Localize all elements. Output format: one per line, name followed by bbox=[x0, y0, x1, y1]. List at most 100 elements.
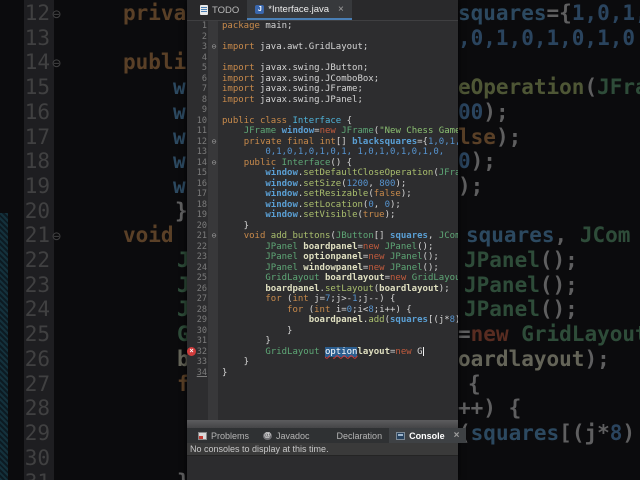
code-line-31[interactable]: 31 } bbox=[187, 336, 458, 347]
line-number: 22 bbox=[196, 241, 207, 252]
code-text: JPanel boardpanel=new JPanel(); bbox=[265, 241, 434, 252]
fold-minus-icon[interactable]: ⊖ bbox=[207, 42, 221, 53]
code-line-25[interactable]: 25 GridLayout boardlayout=new GridLayou bbox=[187, 273, 458, 284]
code-text: window.setLocation(0, 0); bbox=[265, 199, 401, 210]
line-number: 26 bbox=[196, 283, 207, 294]
code-line-10[interactable]: 10 public class Interface { bbox=[187, 116, 458, 127]
background-code-left: 12 ⊖ priva 13 14 ⊖ publi 15 w 16 w 17 w 18 w 19 w 20} 21 ⊖ v… bbox=[0, 0, 187, 480]
code-line-24[interactable]: 24 JPanel windowpanel=new JPanel(); bbox=[187, 263, 458, 274]
bg-row-right: (squares[(j*8) bbox=[458, 421, 640, 446]
tab-label: Declaration bbox=[336, 430, 383, 441]
close-icon[interactable]: × bbox=[454, 430, 460, 441]
code-line-23[interactable]: 23 JPanel optionpanel=new JPanel(); bbox=[187, 252, 458, 263]
code-line-17[interactable]: 17 window.setResizable(false); bbox=[187, 189, 458, 200]
console-tab-declaration[interactable]: Declaration bbox=[317, 428, 390, 443]
code-line-20[interactable]: 20 } bbox=[187, 221, 458, 232]
bg-row-right: ); bbox=[458, 174, 640, 199]
code-line-28[interactable]: 28 for (int i=0;i<8;i++) { bbox=[187, 305, 458, 316]
line-number: 8 bbox=[201, 94, 207, 105]
code-area[interactable]: 1 package main; 2 3 ⊖ import java.awt.GridLay… bbox=[187, 21, 458, 378]
bg-code-fragment: oardlayout); bbox=[458, 346, 610, 371]
code-line-14[interactable]: 14 ⊖ public Interface() { bbox=[187, 158, 458, 169]
console-tab-javadoc[interactable]: @ Javadoc bbox=[256, 428, 317, 443]
code-line-9[interactable]: 9 bbox=[187, 105, 458, 116]
code-line-15[interactable]: 15 window.setDefaultCloseOperation(JFra bbox=[187, 168, 458, 179]
fold-column-cell bbox=[207, 263, 221, 274]
code-line-21[interactable]: 21 ⊖ void add_buttons(JButton[] squares, … bbox=[187, 231, 458, 242]
code-line-13[interactable]: 13 0,1,0,1,0,1,0,1, 1,0,1,0,1,0,1,0, bbox=[187, 147, 458, 158]
fold-column-cell bbox=[207, 273, 221, 284]
code-line-27[interactable]: 27 for (int j=7;j>-1;j--) { bbox=[187, 294, 458, 305]
code-editor[interactable]: 1 package main; 2 3 ⊖ import java.awt.GridLay… bbox=[187, 21, 458, 420]
code-line-3[interactable]: 3 ⊖ import java.awt.GridLayout; bbox=[187, 42, 458, 53]
bg-row-left: 21 ⊖ void bbox=[0, 223, 187, 248]
code-line-33[interactable]: 33 } bbox=[187, 357, 458, 368]
code-line-11[interactable]: 11 JFrame window=new JFrame("New Chess G… bbox=[187, 126, 458, 137]
code-text: JPanel windowpanel=new JPanel(); bbox=[265, 262, 439, 273]
code-line-4[interactable]: 4 bbox=[187, 53, 458, 64]
code-line-12[interactable]: 12 ⊖ private final int[] blacksquares={1,… bbox=[187, 137, 458, 148]
editor-tab-interfacejava[interactable]: J *Interface.java × bbox=[247, 0, 352, 20]
tab-label: Javadoc bbox=[276, 430, 310, 441]
editor-tab-todo[interactable]: TODO bbox=[192, 0, 247, 20]
fold-column-cell bbox=[207, 53, 221, 64]
line-number: 12 bbox=[196, 136, 207, 147]
fold-column-cell bbox=[207, 336, 221, 347]
console-tab-console[interactable]: Console × bbox=[389, 428, 467, 443]
bg-code-fragment: JPanel(); bbox=[464, 272, 578, 297]
line-number: 1 bbox=[201, 21, 207, 31]
code-line-29[interactable]: 29 boardpanel.add(squares[(j*8) bbox=[187, 315, 458, 326]
line-number: 20 bbox=[196, 220, 207, 231]
code-line-5[interactable]: 5 import javax.swing.JButton; bbox=[187, 63, 458, 74]
console-tab-problems[interactable]: Problems bbox=[191, 428, 256, 443]
code-line-30[interactable]: 30 } bbox=[187, 326, 458, 337]
bg-code-fragment: publi bbox=[123, 50, 187, 75]
code-text: JFrame window=new JFrame("New Chess Game bbox=[243, 126, 458, 136]
code-line-8[interactable]: 8 import javax.swing.JPanel; bbox=[187, 95, 458, 106]
code-text: package main; bbox=[222, 21, 293, 31]
bg-row-right: =new GridLayout bbox=[458, 322, 640, 347]
bg-row-left: 28 bbox=[0, 396, 187, 421]
bg-row-left: 23 J bbox=[0, 273, 187, 298]
bg-row-right: 00); bbox=[458, 100, 640, 125]
line-number: 10 bbox=[196, 115, 207, 126]
fold-minus-icon[interactable]: ⊖ bbox=[207, 158, 221, 169]
line-number: 30 bbox=[196, 325, 207, 336]
code-line-19[interactable]: 19 window.setVisible(true); bbox=[187, 210, 458, 221]
code-line-2[interactable]: 2 bbox=[187, 32, 458, 43]
code-text: for (int i=0;i<8;i++) { bbox=[287, 304, 412, 315]
line-number: 13 bbox=[196, 147, 207, 157]
code-line-34[interactable]: 34} bbox=[187, 368, 458, 379]
code-line-1[interactable]: 1 package main; bbox=[187, 21, 458, 32]
line-number: 24 bbox=[196, 262, 207, 273]
fold-column-cell bbox=[207, 326, 221, 337]
bg-row-right: JPanel(); bbox=[458, 297, 640, 322]
code-line-18[interactable]: 18 window.setLocation(0, 0); bbox=[187, 200, 458, 211]
code-line-22[interactable]: 22 JPanel boardpanel=new JPanel(); bbox=[187, 242, 458, 253]
code-text: 0,1,0,1,0,1,0,1, 1,0,1,0,1,0,1,0, bbox=[265, 147, 445, 157]
code-line-6[interactable]: 6 import javax.swing.JComboBox; bbox=[187, 74, 458, 85]
code-line-32[interactable]: × 32 GridLayout optionlayout=new G bbox=[187, 346, 458, 358]
code-line-26[interactable]: 26 boardpanel.setLayout(boardlayout); bbox=[187, 284, 458, 295]
bg-code-fragment: w bbox=[173, 173, 186, 198]
fold-minus-icon[interactable]: ⊖ bbox=[207, 231, 221, 242]
text-caret bbox=[422, 346, 425, 356]
fold-column-cell bbox=[207, 95, 221, 106]
code-text: boardpanel.setLayout(boardlayout); bbox=[265, 283, 450, 294]
fold-column-cell bbox=[207, 32, 221, 43]
line-number: 33 bbox=[196, 357, 207, 367]
fold-column-cell bbox=[207, 189, 221, 200]
sash-divider[interactable] bbox=[187, 420, 458, 428]
fold-column-cell bbox=[207, 84, 221, 95]
code-text: GridLayout optionlayout=new G bbox=[265, 346, 425, 357]
code-text: window.setSize(1200, 800); bbox=[265, 178, 407, 189]
fold-minus-icon[interactable]: ⊖ bbox=[207, 137, 221, 148]
code-text: window.setVisible(true); bbox=[265, 210, 396, 220]
bg-code-fragment: JPanel(); bbox=[464, 297, 578, 322]
code-line-7[interactable]: 7 import javax.swing.JFrame; bbox=[187, 84, 458, 95]
code-line-16[interactable]: 16 window.setSize(1200, 800); bbox=[187, 179, 458, 190]
bg-code-fragment: ); bbox=[458, 173, 484, 198]
close-icon[interactable]: × bbox=[338, 4, 344, 15]
